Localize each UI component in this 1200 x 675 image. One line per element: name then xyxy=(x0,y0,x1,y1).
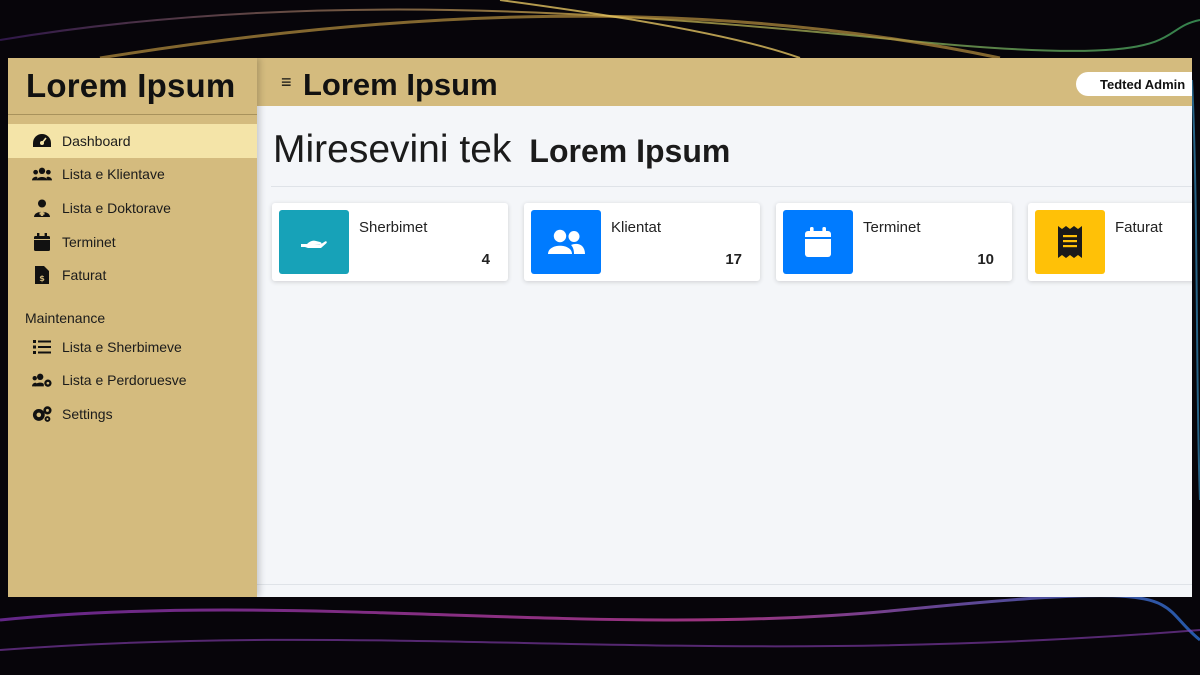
receipt-icon xyxy=(1035,210,1105,274)
divider xyxy=(271,186,1192,187)
top-navbar: ≡ Lorem Ipsum Tedted Admin xyxy=(257,58,1192,106)
info-box-clients[interactable]: Klientat 17 xyxy=(524,203,760,281)
info-box-count: 10 xyxy=(977,251,994,268)
users-cog-icon xyxy=(32,371,52,389)
info-box-count: 17 xyxy=(725,251,742,268)
hand-holding-icon xyxy=(279,210,349,274)
main-content: Miresevini tek Lorem Ipsum Sherbimet 4 K… xyxy=(257,106,1192,597)
sidebar-item-dashboard[interactable]: Dashboard xyxy=(8,124,257,158)
info-box-label: Faturat xyxy=(1115,219,1163,236)
hamburger-menu-icon[interactable]: ≡ xyxy=(281,72,297,93)
footer-divider xyxy=(257,584,1192,585)
sidebar-brand[interactable]: Lorem Ipsum xyxy=(8,58,257,115)
info-box-services[interactable]: Sherbimet 4 xyxy=(272,203,508,281)
tachometer-icon xyxy=(32,132,52,150)
info-box-label: Klientat xyxy=(611,219,662,236)
welcome-text: Miresevini tek xyxy=(273,128,512,171)
svg-text:$: $ xyxy=(39,274,45,283)
sidebar-item-invoices[interactable]: $ Faturat xyxy=(8,258,257,292)
sidebar-item-label: Lista e Sherbimeve xyxy=(62,338,182,355)
sidebar-section-maintenance: Maintenance xyxy=(25,309,106,326)
sidebar-item-appointments[interactable]: Terminet xyxy=(8,225,257,259)
list-icon xyxy=(32,338,52,356)
sidebar-item-label: Lista e Perdoruesve xyxy=(62,372,187,389)
sidebar-item-label: Lista e Klientave xyxy=(62,166,165,183)
invoice-icon: $ xyxy=(32,266,52,285)
sidebar-item-label: Settings xyxy=(62,405,113,422)
info-box-label: Terminet xyxy=(863,219,921,236)
info-box-appointments[interactable]: Terminet 10 xyxy=(776,203,1012,281)
user-doctor-icon xyxy=(32,199,52,217)
sidebar-item-doctors[interactable]: Lista e Doktorave xyxy=(8,191,257,225)
sidebar-item-clients[interactable]: Lista e Klientave xyxy=(8,158,257,192)
sidebar-item-users-list[interactable]: Lista e Perdoruesve xyxy=(8,364,257,398)
welcome-name: Lorem Ipsum xyxy=(529,133,731,169)
sidebar-item-settings[interactable]: Settings xyxy=(8,397,257,431)
users-icon xyxy=(531,210,601,274)
sidebar-item-services-list[interactable]: Lista e Sherbimeve xyxy=(8,330,257,364)
sidebar: Lorem Ipsum Dashboard Lista e Klientave … xyxy=(8,58,257,597)
sidebar-nav: Dashboard Lista e Klientave Lista e Dokt… xyxy=(8,115,257,431)
sidebar-item-label: Lista e Doktorave xyxy=(62,199,171,216)
app-window: Lorem Ipsum Dashboard Lista e Klientave … xyxy=(8,58,1192,597)
topbar-title: Lorem Ipsum xyxy=(303,67,498,102)
user-menu-button[interactable]: Tedted Admin xyxy=(1076,72,1192,96)
sidebar-item-label: Terminet xyxy=(62,233,116,250)
sidebar-item-label: Faturat xyxy=(62,267,107,284)
calendar-icon xyxy=(32,232,52,251)
info-box-count: 4 xyxy=(481,251,490,268)
info-box-invoices[interactable]: Faturat xyxy=(1028,203,1192,281)
cogs-icon xyxy=(32,405,52,423)
sidebar-item-label: Dashboard xyxy=(62,132,131,149)
info-box-label: Sherbimet xyxy=(359,219,428,236)
calendar-icon xyxy=(783,210,853,274)
page-title: Miresevini tek Lorem Ipsum xyxy=(273,128,730,172)
users-icon xyxy=(32,165,52,183)
